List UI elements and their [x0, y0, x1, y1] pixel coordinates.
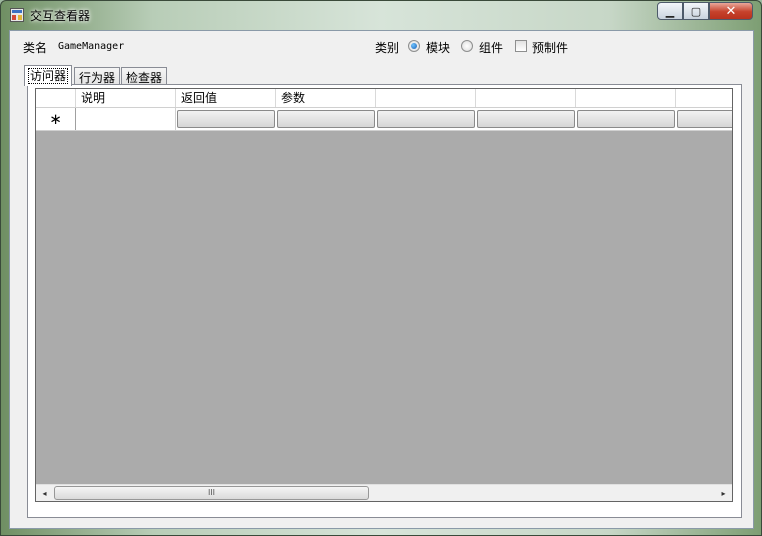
scroll-left-icon[interactable]: ◂	[36, 485, 53, 501]
cell-button-4[interactable]	[377, 110, 475, 128]
minimize-button[interactable]: ▁	[657, 2, 683, 20]
client-area: 类名 GameManager 类别 模块 组件 预制件 访问器 行为器 检查器 …	[9, 30, 754, 529]
row-header-column	[36, 89, 76, 107]
horizontal-scrollbar[interactable]: ◂ III ▸	[36, 484, 732, 501]
radio-module-label[interactable]: 模块	[426, 39, 450, 56]
column-header-4[interactable]	[376, 89, 476, 107]
column-header-return-value[interactable]: 返回值	[176, 89, 276, 107]
cell-button-5[interactable]	[477, 110, 575, 128]
prefab-checkbox-label[interactable]: 预制件	[532, 39, 568, 56]
maximize-icon: ▢	[690, 4, 702, 18]
column-header-7[interactable]	[676, 89, 732, 107]
caption-buttons: ▁ ▢ ✕	[657, 2, 753, 21]
tab-accessor[interactable]: 访问器	[24, 65, 72, 86]
prefab-checkbox[interactable]	[515, 40, 527, 52]
minimize-icon: ▁	[665, 4, 675, 18]
data-grid[interactable]: 说明 返回值 参数 ∗ ◂ III ▸	[35, 88, 733, 502]
new-row[interactable]: ∗	[36, 108, 732, 131]
radio-component-label[interactable]: 组件	[479, 39, 503, 56]
return-value-cell-button[interactable]	[177, 110, 275, 128]
description-cell[interactable]	[76, 108, 176, 130]
column-header-6[interactable]	[576, 89, 676, 107]
window-title: 交互查看器	[30, 9, 91, 23]
window-frame: 交互查看器 ▁ ▢ ✕ 类名 GameManager 类别 模块 组件 预制件 …	[0, 0, 762, 536]
maximize-button[interactable]: ▢	[683, 2, 709, 20]
cell-button-7[interactable]	[677, 110, 732, 128]
parameter-cell-button[interactable]	[277, 110, 375, 128]
cell-button-6[interactable]	[577, 110, 675, 128]
category-label: 类别	[375, 41, 400, 55]
close-button[interactable]: ✕	[709, 2, 753, 20]
scroll-thumb[interactable]: III	[54, 486, 369, 500]
close-icon: ✕	[725, 3, 737, 19]
tab-panel-accessor: 说明 返回值 参数 ∗ ◂ III ▸	[27, 84, 742, 518]
new-row-marker[interactable]: ∗	[36, 108, 76, 130]
title-bar[interactable]: 交互查看器 ▁ ▢ ✕	[1, 1, 761, 29]
class-name-label: 类名	[23, 41, 48, 55]
column-header-5[interactable]	[476, 89, 576, 107]
column-header-parameters[interactable]: 参数	[276, 89, 376, 107]
radio-module[interactable]	[408, 40, 420, 52]
grid-header: 说明 返回值 参数	[36, 89, 732, 108]
scroll-right-icon[interactable]: ▸	[715, 485, 732, 501]
class-name-value: GameManager	[58, 41, 125, 52]
column-header-description[interactable]: 说明	[76, 89, 176, 107]
app-icon	[10, 8, 24, 22]
radio-component[interactable]	[461, 40, 473, 52]
